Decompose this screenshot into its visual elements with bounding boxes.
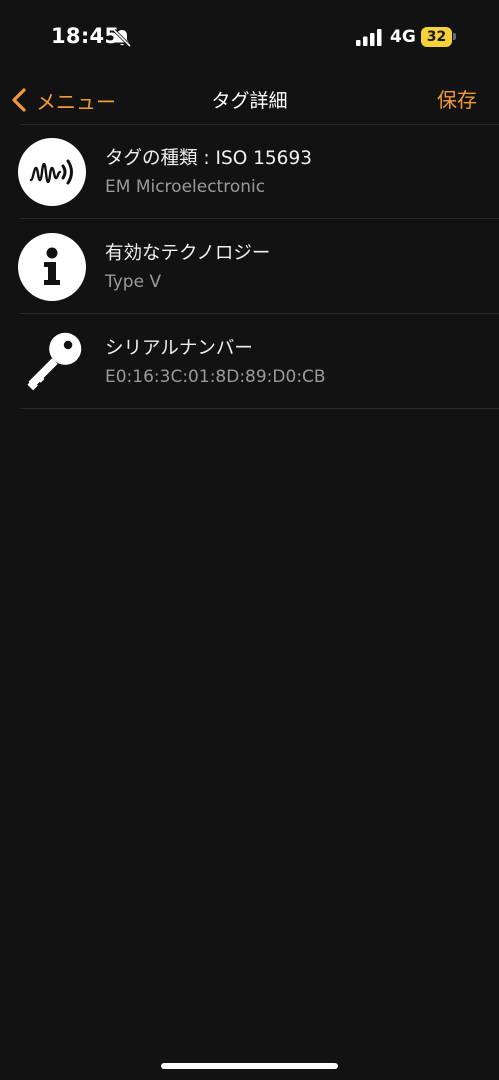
row-title: シリアルナンバー — [105, 338, 253, 359]
status-time: 18:45 — [51, 24, 120, 48]
battery-tip — [453, 33, 456, 40]
home-indicator[interactable] — [161, 1063, 338, 1069]
back-label: メニュー — [36, 89, 116, 114]
back-button[interactable]: メニュー — [10, 82, 116, 118]
navigation-bar: メニュー タグ詳細 保存 — [0, 76, 499, 124]
bell-slash-icon — [112, 28, 132, 48]
list-item-serial-number: シリアルナンバー E0:16:3C:01:8D:89:D0:CB — [0, 314, 499, 409]
row-title: 有効なテクノロジー — [105, 243, 271, 264]
status-bar: 18:45 4G 32 — [0, 0, 499, 76]
tag-details-screen: 18:45 4G 32 メニュー タグ詳細 保存 タグの種類: ISO 156… — [0, 0, 499, 1080]
row-subtitle: Type V — [105, 272, 162, 292]
save-button[interactable]: 保存 — [437, 84, 477, 113]
row-subtitle: EM Microelectronic — [105, 177, 266, 197]
row-title: タグの種類 : ISO 15693 — [105, 148, 312, 169]
nfc-tag-icon — [18, 138, 86, 206]
battery-level: 32 — [426, 29, 447, 45]
chevron-left-icon — [12, 88, 26, 112]
row-subtitle: E0:16:3C:01:8D:89:D0:CB — [105, 367, 326, 387]
signal-icon — [356, 29, 382, 46]
key-icon — [18, 328, 86, 396]
list-item-tag-type: タグの種類 : ISO 15693 EM Microelectronic — [0, 124, 499, 219]
info-icon — [18, 233, 86, 301]
battery-indicator: 32 — [421, 27, 452, 47]
tag-detail-list: タグの種類 : ISO 15693 EM Microelectronic 有効な… — [0, 124, 499, 409]
row-divider — [20, 408, 499, 409]
list-item-technology: 有効なテクノロジー Type V — [0, 219, 499, 314]
network-type: 4G — [390, 27, 416, 47]
